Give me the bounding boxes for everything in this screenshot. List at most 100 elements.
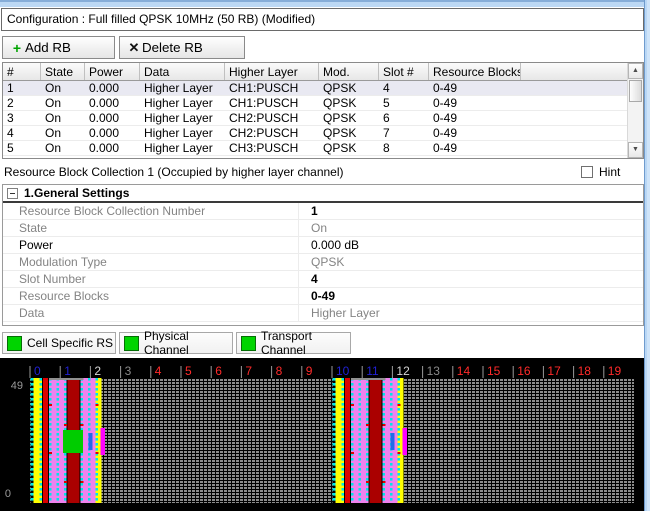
hint-checkbox[interactable] [581, 166, 593, 178]
table-cell: On [41, 96, 85, 110]
property-row[interactable]: DataHigher Layer [3, 305, 643, 322]
column-header-slot-[interactable]: Slot # [379, 63, 429, 80]
slot-label: 2 [94, 364, 101, 378]
add-rb-label: Add RB [25, 40, 71, 55]
delete-rb-button[interactable]: ✕ Delete RB [119, 36, 245, 59]
property-label: Data [3, 305, 299, 321]
table-cell: 4 [379, 81, 429, 95]
table-header-row: #StatePowerDataHigher LayerMod.Slot #Res… [3, 63, 643, 81]
delete-rb-label: Delete RB [142, 40, 203, 55]
table-cell: 5 [379, 96, 429, 110]
table-cell: Higher Layer [140, 96, 225, 110]
slot-label: 9 [306, 364, 313, 378]
table-cell: 0.000 [85, 81, 140, 95]
table-cell: Higher Layer [140, 141, 225, 155]
table-cell: QPSK [319, 96, 379, 110]
property-label: Slot Number [3, 271, 299, 287]
property-row[interactable]: Power0.000 dB [3, 237, 643, 254]
window-right-border [644, 0, 650, 511]
table-cell: 0-49 [429, 81, 521, 95]
scroll-up-icon[interactable]: ▲ [628, 63, 643, 79]
table-cell: 1 [3, 81, 41, 95]
property-row[interactable]: Slot Number4 [3, 271, 643, 288]
column-header-data[interactable]: Data [140, 63, 225, 80]
table-row[interactable]: 5On0.000Higher LayerCH3:PUSCHQPSK80-49 [3, 141, 643, 156]
slot-label: 4 [155, 364, 162, 378]
marker-blue [391, 433, 395, 450]
table-row[interactable]: 4On0.000Higher LayerCH2:PUSCHQPSK70-49 [3, 126, 643, 141]
table-cell: CH1:PUSCH [225, 96, 319, 110]
marker-blue [89, 433, 93, 450]
y-axis-top-label: 49 [11, 380, 23, 392]
slot-label: 17 [547, 364, 561, 378]
slot-label: 18 [578, 364, 592, 378]
table-cell: On [41, 141, 85, 155]
table-cell: On [41, 111, 85, 125]
legend-button-transport-channel[interactable]: Transport Channel [236, 332, 351, 354]
collapse-icon[interactable] [7, 188, 18, 199]
table-cell: 0-49 [429, 126, 521, 140]
property-value[interactable]: Higher Layer [299, 305, 643, 321]
column-header-resource-blocks[interactable]: Resource Blocks [429, 63, 521, 80]
slot-label: 11 [366, 364, 379, 378]
slot-label: 13 [427, 364, 441, 378]
property-value[interactable]: QPSK [299, 254, 643, 270]
table-cell: 0.000 [85, 111, 140, 125]
property-value[interactable]: 4 [299, 271, 643, 287]
property-value[interactable]: 0-49 [299, 288, 643, 304]
property-value[interactable]: 1 [299, 203, 643, 219]
property-row[interactable]: Resource Blocks0-49 [3, 288, 643, 305]
slot-label: 6 [215, 364, 222, 378]
legend-button-physical-channel[interactable]: Physical Channel [119, 332, 233, 354]
property-row[interactable]: StateOn [3, 220, 643, 237]
table-cell: 4 [3, 126, 41, 140]
table-cell: Higher Layer [140, 111, 225, 125]
table-cell: 0.000 [85, 96, 140, 110]
table-cell: 0.000 [85, 126, 140, 140]
slot-label: 19 [608, 364, 622, 378]
general-settings-header[interactable]: 1.General Settings [3, 185, 643, 203]
property-value[interactable]: On [299, 220, 643, 236]
plus-icon: + [9, 41, 25, 55]
column-header-higher-layer[interactable]: Higher Layer [225, 63, 319, 80]
section-title: 1.General Settings [24, 186, 129, 200]
legend-color-swatch [124, 336, 139, 351]
table-cell: 6 [379, 111, 429, 125]
scrollbar-thumb[interactable] [629, 80, 642, 102]
legend-label: Physical Channel [144, 329, 232, 357]
column-header-mod-[interactable]: Mod. [319, 63, 379, 80]
property-label: Power [3, 237, 299, 253]
add-rb-button[interactable]: + Add RB [2, 36, 115, 59]
table-cell: 0-49 [429, 141, 521, 155]
slot-label: 8 [276, 364, 283, 378]
table-scrollbar[interactable]: ▲ ▼ [627, 63, 643, 158]
property-value[interactable]: 0.000 dB [299, 237, 643, 253]
table-cell: On [41, 81, 85, 95]
table-cell: CH2:PUSCH [225, 126, 319, 140]
table-cell: 3 [3, 111, 41, 125]
column-header-power[interactable]: Power [85, 63, 140, 80]
occupied-band-slot-10[interactable] [333, 378, 408, 503]
table-cell: CH3:PUSCH [225, 141, 319, 155]
table-row[interactable]: 3On0.000Higher LayerCH2:PUSCHQPSK60-49 [3, 111, 643, 126]
table-cell: QPSK [319, 81, 379, 95]
property-label: Resource Block Collection Number [3, 203, 299, 219]
column-header-state[interactable]: State [41, 63, 85, 80]
property-row[interactable]: Resource Block Collection Number1 [3, 203, 643, 220]
table-cell: 5 [3, 141, 41, 155]
table-row[interactable]: 2On0.000Higher LayerCH1:PUSCHQPSK50-49 [3, 96, 643, 111]
table-cell: On [41, 126, 85, 140]
slot-label: 0 [34, 364, 41, 378]
delete-x-icon: ✕ [126, 41, 142, 55]
legend-button-cell-specific-rs[interactable]: Cell Specific RS [2, 332, 116, 354]
slot-label: 16 [517, 364, 531, 378]
configuration-title: Configuration : Full filled QPSK 10MHz (… [1, 8, 644, 31]
property-row[interactable]: Modulation TypeQPSK [3, 254, 643, 271]
table-cell: Higher Layer [140, 81, 225, 95]
legend-color-swatch [7, 336, 22, 351]
occupied-band-slot-0[interactable] [31, 378, 106, 503]
column-header--[interactable]: # [3, 63, 41, 80]
table-row[interactable]: 1On0.000Higher LayerCH1:PUSCHQPSK40-49 [3, 81, 643, 96]
scrollbar-track[interactable] [628, 103, 643, 142]
scroll-down-icon[interactable]: ▼ [628, 142, 643, 158]
